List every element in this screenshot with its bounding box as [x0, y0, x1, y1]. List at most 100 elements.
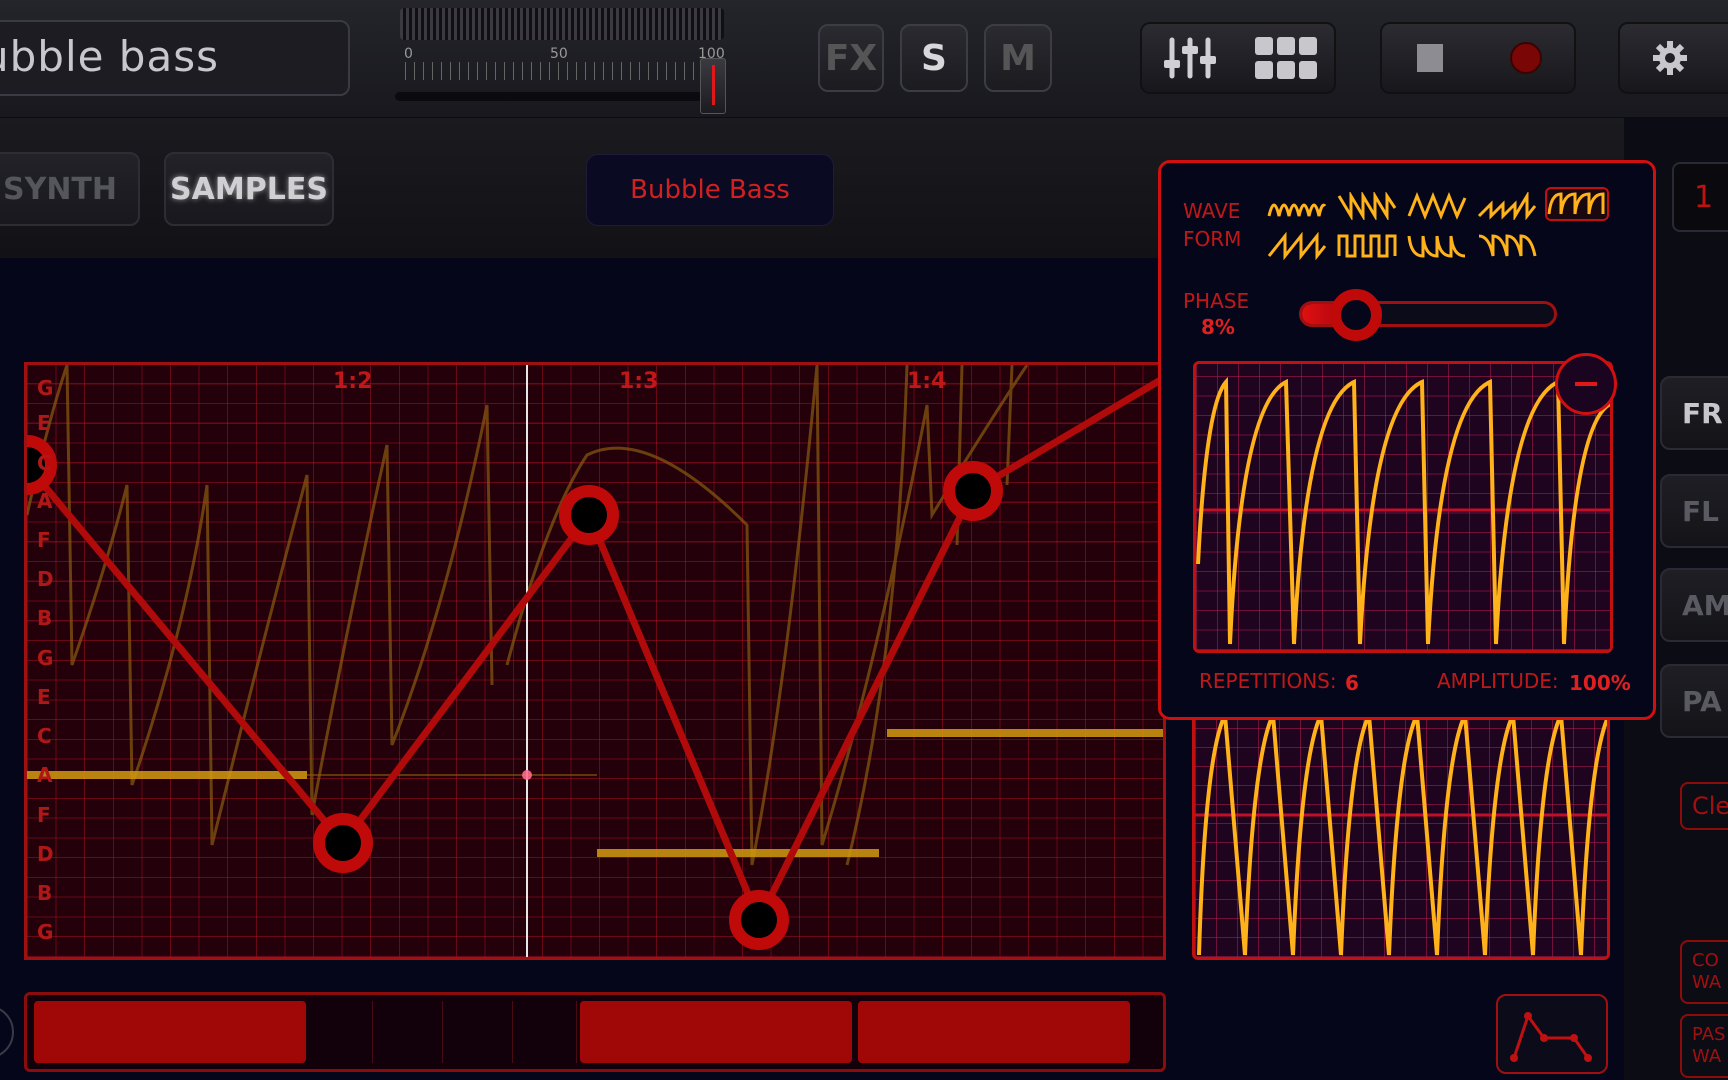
step-sequencer[interactable] [24, 992, 1166, 1072]
instrument-title: ubble bass [0, 32, 219, 81]
note-label: D [37, 842, 54, 866]
volume-slider-handle[interactable] [700, 58, 726, 114]
envelope-point[interactable] [943, 461, 1003, 521]
sawtooth-wave-option[interactable] [1265, 229, 1329, 263]
speaker-grill [400, 8, 724, 40]
note-label: B [37, 881, 53, 905]
repetitions-label: REPETITIONS: [1199, 669, 1337, 693]
bump-wave-icon [1478, 234, 1537, 257]
waveform-label-line: WAVE [1183, 199, 1241, 223]
volume-ticks [405, 62, 705, 80]
sequence-step-off[interactable] [373, 1001, 443, 1063]
paste-label-line: PAS [1692, 1024, 1726, 1045]
preset-name[interactable]: Bubble Bass [586, 154, 834, 226]
lfo-preview [1193, 361, 1613, 653]
note-label: C [37, 724, 52, 748]
copy-wave-button[interactable]: CO WA [1680, 940, 1728, 1004]
note-label: A [37, 489, 53, 513]
samples-tab[interactable]: SAMPLES [164, 152, 334, 226]
envelope-point[interactable] [313, 813, 373, 873]
tab-frequency[interactable]: FR [1660, 376, 1728, 450]
envelope-point[interactable] [559, 485, 619, 545]
stop-button[interactable] [1382, 24, 1478, 92]
volume-scale-50: 50 [550, 46, 568, 62]
copy-label-line: WA [1692, 972, 1722, 993]
ramp-down-wave-icon [1337, 192, 1397, 220]
note-label: A [37, 763, 53, 787]
transport-group [1380, 22, 1576, 94]
note-label: B [37, 606, 53, 630]
arc-wave-option[interactable] [1545, 187, 1609, 221]
instrument-title-box[interactable]: ubble bass [0, 20, 350, 96]
sequence-step-off[interactable] [513, 1001, 577, 1063]
note-label: F [37, 803, 51, 827]
remove-lfo-button[interactable] [1555, 353, 1617, 415]
channel-number[interactable]: 1 [1672, 162, 1728, 232]
sawtooth-wave-icon [1267, 232, 1327, 260]
note-label: G [37, 646, 54, 670]
square-wave-icon [1337, 234, 1397, 258]
mute-button[interactable]: M [984, 24, 1052, 92]
note-label: G [37, 920, 54, 944]
ramp-down-wave-option[interactable] [1335, 189, 1399, 223]
sequence-step-off[interactable] [443, 1001, 513, 1063]
fx-button[interactable]: FX [818, 24, 884, 92]
pitch-curve-canvas[interactable] [27, 365, 1166, 960]
exp-wave-option[interactable] [1405, 229, 1469, 263]
record-button[interactable] [1478, 24, 1574, 92]
note-label: C [37, 451, 52, 475]
lfo-wave-lower [1195, 715, 1607, 956]
bar-label: 1:2 [333, 369, 373, 394]
bar-label: 1:4 [907, 369, 947, 394]
exp-wave-icon [1407, 235, 1466, 258]
copy-label-line: CO [1692, 950, 1719, 971]
synth-tab[interactable]: SYNTH [0, 152, 140, 226]
loop-toggle-button[interactable] [0, 1005, 14, 1059]
gear-icon [1653, 41, 1687, 75]
clear-button[interactable]: Cle [1680, 782, 1728, 830]
sequence-step-off[interactable] [309, 1001, 373, 1063]
note-label: D [37, 567, 54, 591]
paste-wave-button[interactable]: PAS WA [1680, 1014, 1728, 1078]
waveform-label: WAVE FORM [1183, 197, 1241, 253]
sequence-step-on[interactable] [34, 1001, 306, 1063]
note-label: E [37, 411, 51, 435]
grid-icon [1255, 37, 1317, 79]
volume-slider-track[interactable] [395, 92, 715, 101]
tab-pan[interactable]: PA [1660, 664, 1728, 738]
envelope-icon [1510, 1012, 1592, 1062]
waveform-popup: WAVE FORM PHASE 8% REPETITIONS: 6 AMPLIT… [1158, 160, 1656, 720]
top-toolbar: ubble bass 0 50 100 FX S M [0, 0, 1728, 118]
solo-button[interactable]: S [900, 24, 968, 92]
sine-wave-icon [1267, 203, 1327, 217]
square-wave-option[interactable] [1335, 229, 1399, 263]
note-label: F [37, 528, 51, 552]
pitch-editor-grid[interactable]: G E C A F D B G E C A F D B G 1:2 1:3 1:… [24, 362, 1166, 960]
tab-filter[interactable]: FL [1660, 474, 1728, 548]
record-icon [1510, 42, 1542, 74]
sine-wave-option[interactable] [1265, 189, 1329, 223]
phase-slider-knob[interactable] [1330, 289, 1383, 341]
sequence-step-on[interactable] [858, 1001, 1130, 1063]
sequence-step-on[interactable] [580, 1001, 852, 1063]
tab-amplitude[interactable]: AM [1660, 568, 1728, 642]
waveform-label-line: FORM [1183, 227, 1242, 251]
paste-label-line: WA [1692, 1046, 1722, 1067]
envelope-point[interactable] [729, 890, 789, 950]
settings-button[interactable] [1620, 24, 1720, 92]
grid-view-button[interactable] [1238, 24, 1334, 92]
note-label: G [37, 376, 54, 400]
mixer-button[interactable] [1142, 24, 1238, 92]
repetitions-value[interactable]: 6 [1345, 671, 1359, 695]
ramp-up-wave-option[interactable] [1475, 189, 1539, 223]
amplitude-value[interactable]: 100% [1569, 671, 1631, 695]
lfo-preview-lower [1192, 712, 1610, 960]
note-label: E [37, 685, 51, 709]
view-button-group [1140, 22, 1336, 94]
settings-group [1618, 22, 1728, 94]
triangle-wave-option[interactable] [1405, 189, 1469, 223]
volume-scale-0: 0 [404, 46, 413, 62]
envelope-button[interactable] [1496, 994, 1608, 1074]
stop-icon [1417, 44, 1443, 72]
bump-wave-option[interactable] [1475, 229, 1539, 263]
